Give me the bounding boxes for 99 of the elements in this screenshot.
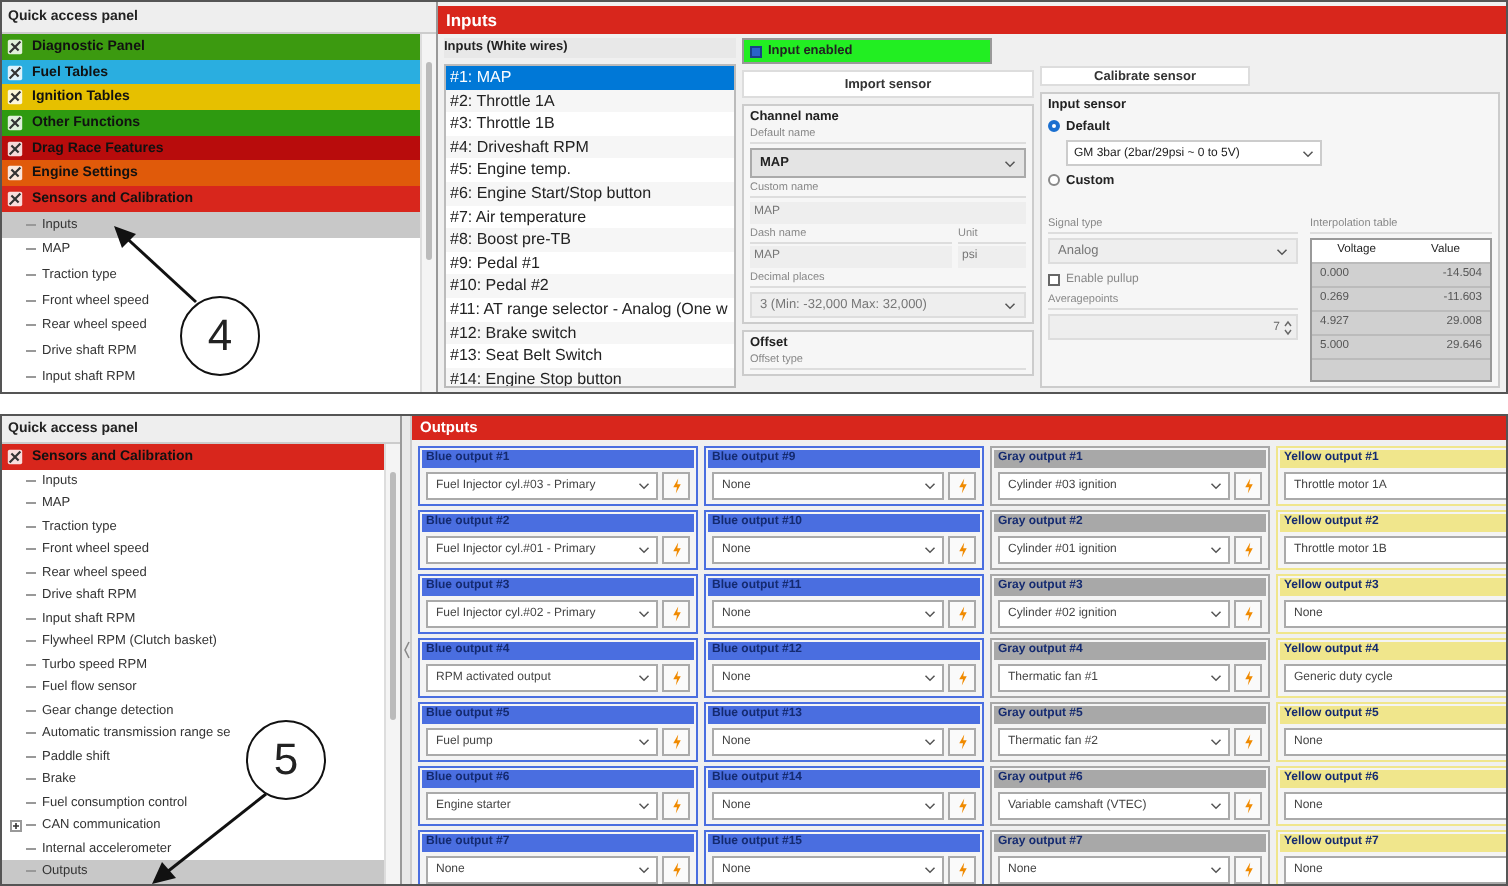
input-list-item[interactable]: #4: Driveshaft RPM (446, 135, 734, 159)
radio-button[interactable] (1048, 120, 1060, 132)
flash-button[interactable] (662, 536, 690, 564)
input-list-item[interactable]: #11: AT range selector - Analog (One w (446, 297, 734, 322)
lightning-icon (1243, 478, 1253, 494)
chevron-down-icon (924, 802, 936, 810)
input-list-item[interactable]: #9: Pedal #1 (446, 251, 734, 275)
flash-button[interactable] (662, 792, 690, 820)
lightning-icon (1243, 670, 1253, 686)
input-list-item[interactable]: #7: Air temperature (446, 205, 734, 229)
flash-button[interactable] (662, 856, 690, 884)
input-list-item[interactable]: #14: Engine Stop button (446, 367, 734, 386)
input-list-item[interactable]: #8: Boost pre-TB (446, 228, 734, 252)
category-icon (6, 139, 24, 158)
lightning-icon (957, 542, 967, 558)
chevron-down-icon (924, 610, 936, 618)
flash-button[interactable] (662, 664, 690, 692)
chevron-down-icon (638, 866, 650, 874)
chevron-down-icon (924, 482, 936, 490)
callout-arrow (112, 224, 200, 306)
chevron-down-icon (1210, 546, 1222, 554)
category-icon (6, 447, 24, 466)
expand-icon[interactable] (10, 819, 22, 832)
lightning-icon (671, 606, 681, 622)
chevron-down-icon (638, 738, 650, 746)
lightning-icon (1243, 862, 1253, 878)
input-list-item[interactable]: #6: Engine Start/Stop button (446, 181, 734, 206)
chevron-down-icon (1004, 159, 1016, 167)
radio-button[interactable] (1048, 174, 1060, 186)
lightning-icon (1243, 542, 1253, 558)
lightning-icon (671, 542, 681, 558)
chevron-down-icon (1210, 674, 1222, 682)
flash-button[interactable] (1234, 792, 1262, 820)
chevron-down-icon (1210, 802, 1222, 810)
category-icon (6, 113, 24, 132)
input-list-item[interactable]: #1: MAP (446, 66, 734, 90)
lightning-icon (957, 606, 967, 622)
category-icon (6, 88, 24, 107)
lightning-icon (957, 478, 967, 494)
flash-button[interactable] (1234, 664, 1262, 692)
flash-button[interactable] (948, 856, 976, 884)
chevron-down-icon (924, 866, 936, 874)
chevron-down-icon (1210, 610, 1222, 618)
flash-button[interactable] (948, 600, 976, 628)
input-list-item[interactable]: #13: Seat Belt Switch (446, 344, 734, 368)
scrollbar[interactable] (420, 34, 436, 392)
chevron-down-icon (1210, 738, 1222, 746)
input-list-item[interactable]: #12: Brake switch (446, 321, 734, 345)
splitter-grip-icon[interactable] (403, 638, 409, 662)
flash-button[interactable] (662, 600, 690, 628)
flash-button[interactable] (948, 536, 976, 564)
flash-button[interactable] (1234, 856, 1262, 884)
lightning-icon (671, 798, 681, 814)
chevron-down-icon (924, 738, 936, 746)
flash-button[interactable] (948, 664, 976, 692)
chevron-down-icon (638, 482, 650, 490)
lightning-icon (957, 798, 967, 814)
chevron-down-icon (638, 610, 650, 618)
category-icon (6, 164, 24, 183)
chevron-down-icon (1302, 149, 1314, 157)
lightning-icon (671, 862, 681, 878)
flash-button[interactable] (1234, 600, 1262, 628)
chevron-down-icon (924, 546, 936, 554)
section-header: Inputs (438, 6, 1506, 34)
chevron-down-icon (638, 802, 650, 810)
input-list-item[interactable]: #3: Throttle 1B (446, 112, 734, 136)
category-icon (6, 189, 24, 208)
chevron-down-icon (924, 674, 936, 682)
spinner-arrows-icon (1284, 319, 1292, 335)
lightning-icon (1243, 734, 1253, 750)
chevron-down-icon (1210, 866, 1222, 874)
lightning-icon (957, 862, 967, 878)
category-icon (6, 63, 24, 82)
scrollbar[interactable] (384, 444, 400, 884)
lightning-icon (671, 734, 681, 750)
input-list-item[interactable]: #2: Throttle 1A (446, 89, 734, 113)
input-list-item[interactable]: #5: Engine temp. (446, 158, 734, 182)
flash-button[interactable] (1234, 536, 1262, 564)
lightning-icon (671, 670, 681, 686)
chevron-down-icon (638, 674, 650, 682)
flash-button[interactable] (1234, 728, 1262, 756)
lightning-icon (957, 670, 967, 686)
lightning-icon (957, 734, 967, 750)
flash-button[interactable] (948, 728, 976, 756)
lightning-icon (1243, 606, 1253, 622)
checkbox[interactable] (1048, 273, 1060, 285)
chevron-down-icon (1276, 247, 1288, 255)
flash-button[interactable] (662, 472, 690, 500)
lightning-icon (671, 478, 681, 494)
flash-button[interactable] (662, 728, 690, 756)
flash-button[interactable] (1234, 472, 1262, 500)
lightning-icon (1243, 798, 1253, 814)
flash-button[interactable] (948, 792, 976, 820)
category-icon (6, 37, 24, 56)
chevron-down-icon (1004, 301, 1016, 309)
chevron-down-icon (1210, 482, 1222, 490)
chevron-down-icon (638, 546, 650, 554)
input-list-item[interactable]: #10: Pedal #2 (446, 274, 734, 298)
flash-button[interactable] (948, 472, 976, 500)
